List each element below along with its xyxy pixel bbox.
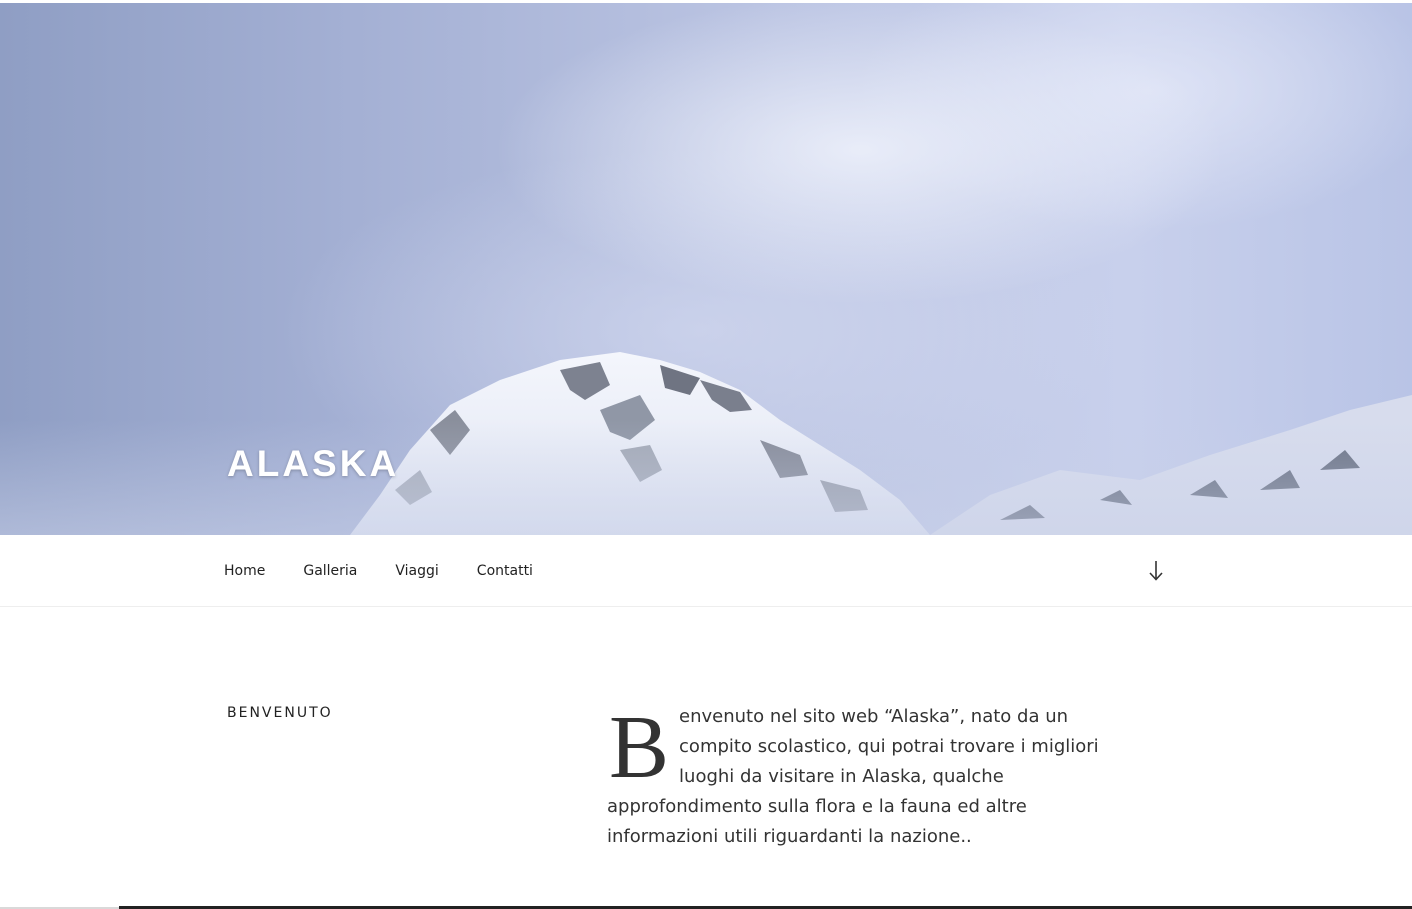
intro-text: envenuto nel sito web “Alaska”, nato da … (607, 706, 1099, 847)
nav-item-viaggi[interactable]: Viaggi (395, 563, 438, 579)
intro-paragraph: Benvenuto nel sito web “Alaska”, nato da… (607, 702, 1119, 852)
arrow-down-icon (1149, 561, 1163, 581)
scroll-down-button[interactable] (1144, 559, 1168, 583)
nav-menu: Home Galleria Viaggi Contatti (224, 535, 571, 606)
dropcap-letter: B (609, 698, 670, 797)
hero-mountain-image (0, 0, 1412, 535)
nav-item-contatti[interactable]: Contatti (477, 563, 533, 579)
hero-header: ALASKA (0, 0, 1412, 535)
section-title: BENVENUTO (227, 705, 333, 721)
page: ALASKA Home Galleria Viaggi Contatti BEN… (0, 0, 1412, 909)
site-title[interactable]: ALASKA (227, 443, 399, 485)
main-navigation: Home Galleria Viaggi Contatti (0, 535, 1412, 607)
nav-item-galleria[interactable]: Galleria (303, 563, 357, 579)
nav-item-home[interactable]: Home (224, 563, 265, 579)
